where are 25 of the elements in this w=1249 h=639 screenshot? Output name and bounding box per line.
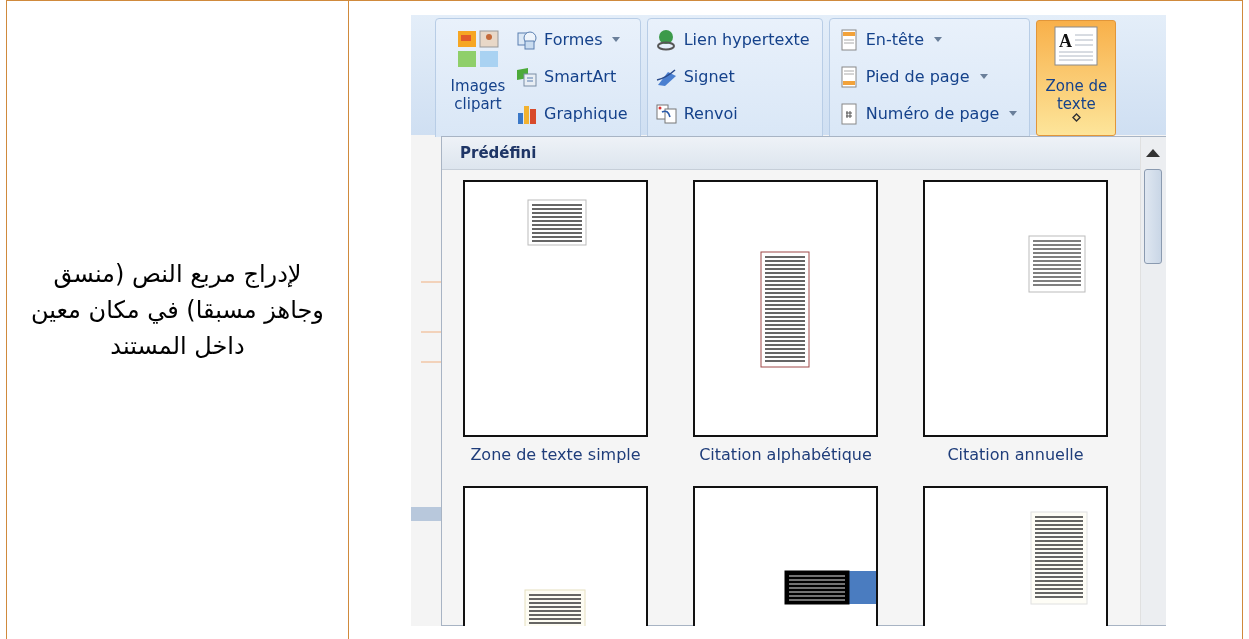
ribbon-button[interactable]: Pied de page [837,63,1022,90]
text-box-style-option[interactable]: Citation annuelle [923,180,1108,464]
text-box-style-option[interactable]: Zone de texte simple [463,180,648,464]
ribbon-button[interactable]: Signet [655,63,814,90]
text-box-button[interactable]: A Zone de texte [1036,20,1117,136]
clipart-icon [456,29,500,69]
smartart-icon [516,65,538,88]
ribbon-button[interactable]: En-tête [837,26,1022,53]
scroll-up-icon[interactable] [1146,149,1160,157]
ribbon-button[interactable]: Graphique [516,100,632,127]
link-icon [655,28,678,51]
ribbon-large-button[interactable]: Images clipart [444,22,512,130]
text-box-style-option[interactable]: Citation alphabétique [693,180,878,464]
ribbon-button[interactable]: SmartArt [516,63,632,90]
description-text: لإدراج مربع النص (منسق وجاهز مسبقا) في مكان معين داخل المستند [30,259,325,362]
shapes-icon [516,28,538,51]
ribbon-button[interactable]: Lien hypertexte [655,26,814,53]
gallery-heading: Prédéfini [460,144,537,162]
text-box-icon: A [1053,25,1100,67]
ribbon-button[interactable]: Formes [516,26,632,53]
ribbon-button[interactable]: Numéro de page [837,100,1022,127]
scrollbar[interactable] [1140,137,1166,625]
ribbon-button[interactable]: Renvoi [655,100,814,127]
scroll-thumb[interactable] [1144,169,1162,264]
xref-icon [655,102,678,125]
